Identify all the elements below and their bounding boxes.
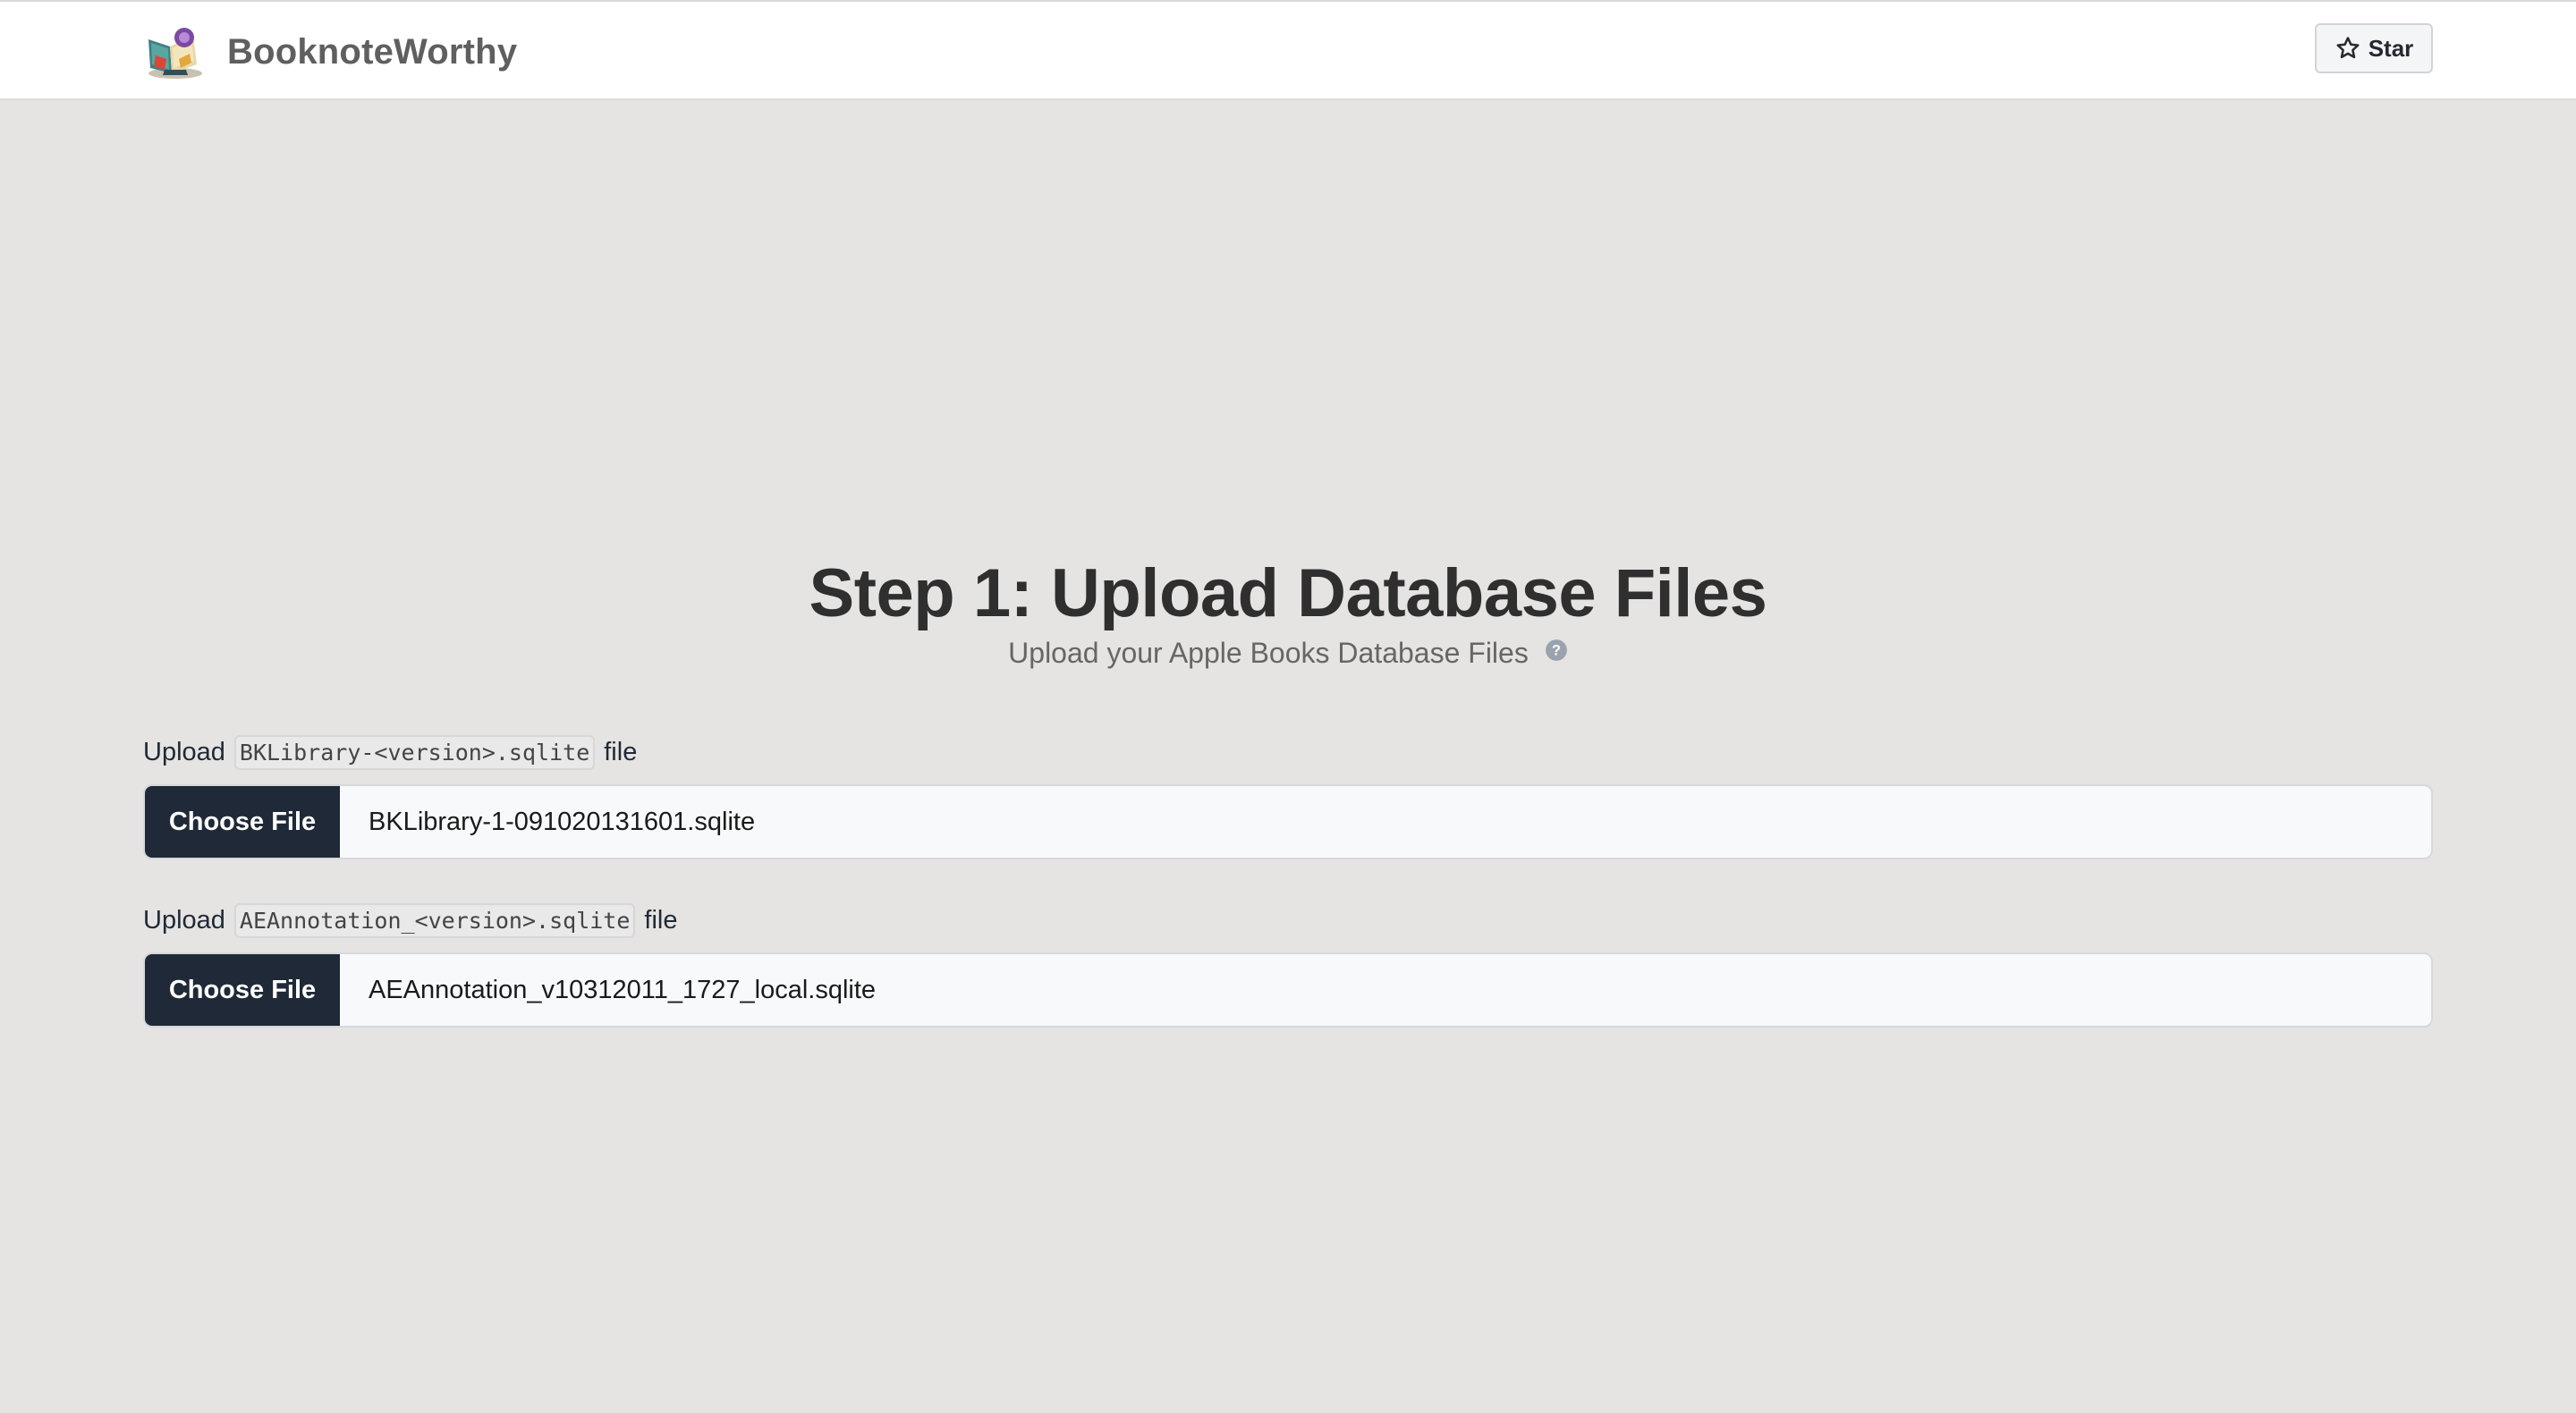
- label-prefix: Upload: [143, 738, 225, 766]
- star-outline-icon: [2336, 37, 2360, 59]
- label-suffix: file: [604, 738, 638, 766]
- filename-pattern-code: BKLibrary-<version>.sqlite: [233, 735, 596, 770]
- page-title: Step 1: Upload Database Files: [809, 555, 1767, 631]
- filename-pattern-code: AEAnnotation_<version>.sqlite: [233, 903, 636, 938]
- help-icon[interactable]: ?: [1545, 639, 1568, 662]
- upload-annotation-label: Upload AEAnnotation_<version>.sqlite fil…: [143, 903, 677, 938]
- book-logo-icon: [148, 28, 202, 79]
- star-button[interactable]: Star: [2315, 23, 2433, 73]
- annotation-file-input[interactable]: Choose File AEAnnotation_v10312011_1727_…: [143, 952, 2433, 1028]
- label-suffix: file: [644, 906, 678, 935]
- choose-file-button[interactable]: Choose File: [145, 786, 340, 858]
- svg-text:?: ?: [1552, 642, 1561, 658]
- page-subtitle-row: Upload your Apple Books Database Files ?: [0, 637, 2576, 670]
- page-subtitle: Upload your Apple Books Database Files: [1008, 637, 1529, 669]
- star-button-label: Star: [2368, 34, 2414, 62]
- brand-link[interactable]: BooknoteWorthy: [143, 23, 517, 80]
- upload-library-label: Upload BKLibrary-<version>.sqlite file: [143, 735, 637, 770]
- choose-file-button[interactable]: Choose File: [145, 954, 340, 1026]
- selected-file-name: AEAnnotation_v10312011_1727_local.sqlite: [369, 975, 877, 1004]
- top-navbar: BooknoteWorthy Star: [0, 0, 2576, 100]
- library-file-input[interactable]: Choose File BKLibrary-1-091020131601.sql…: [143, 784, 2433, 859]
- selected-file-name: BKLibrary-1-091020131601.sqlite: [369, 807, 756, 836]
- label-prefix: Upload: [143, 906, 225, 935]
- brand-name: BooknoteWorthy: [227, 31, 518, 72]
